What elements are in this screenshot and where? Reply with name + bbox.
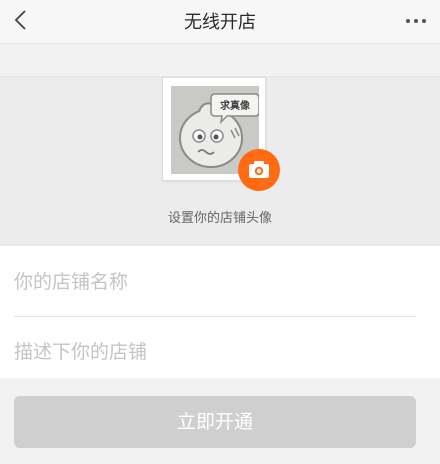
shop-form <box>0 246 440 378</box>
avatar-section: 求真像 设置你的店铺头像 <box>0 76 440 246</box>
divider <box>14 316 416 317</box>
open-shop-button[interactable]: 立即开通 <box>14 396 416 448</box>
avatar-caption: 设置你的店铺头像 <box>167 211 272 226</box>
camera-icon <box>249 161 269 178</box>
page-title: 无线开店 <box>184 12 256 33</box>
shop-name-input[interactable] <box>14 256 416 308</box>
navigation-bar: 无线开店 <box>0 0 440 44</box>
bubble-text: 求真像 <box>220 99 251 112</box>
shop-description-input[interactable] <box>14 326 416 378</box>
ellipsis-icon[interactable] <box>404 14 428 28</box>
camera-upload-button[interactable] <box>238 149 280 191</box>
